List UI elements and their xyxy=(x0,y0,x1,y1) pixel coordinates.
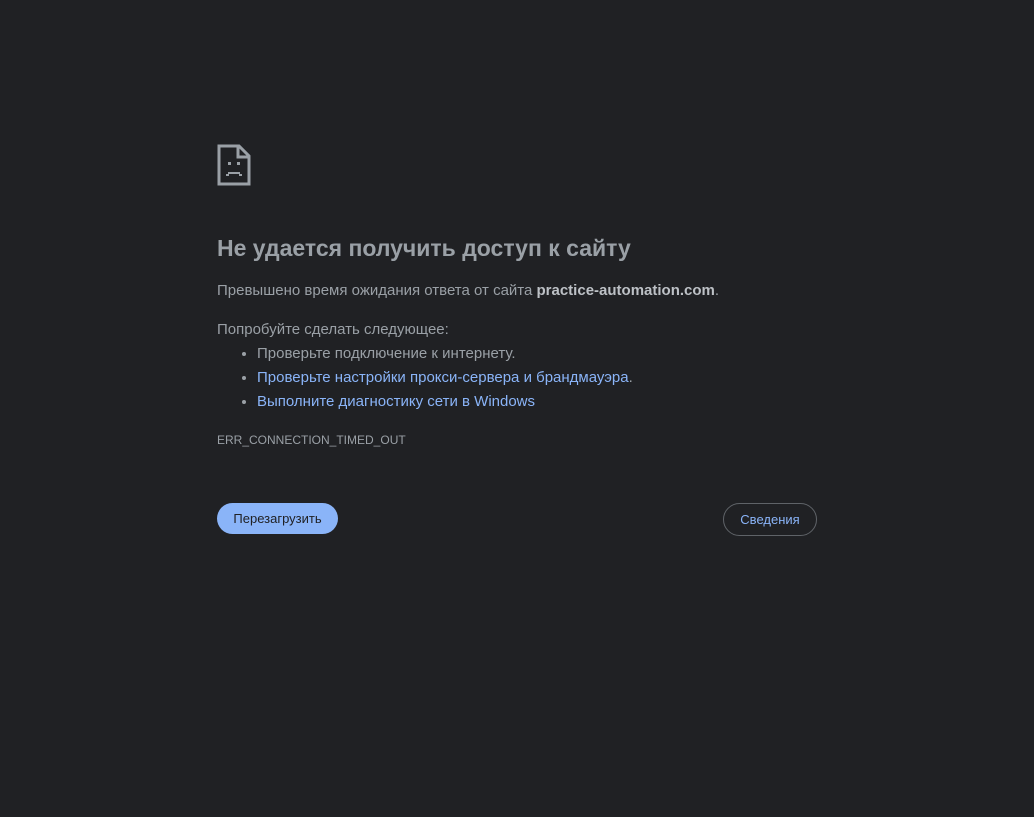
run-diagnostics-link[interactable]: Выполните диагностику сети в Windows xyxy=(257,393,535,410)
error-code: ERR_CONNECTION_TIMED_OUT xyxy=(217,433,406,447)
suggestion-suffix: . xyxy=(628,369,633,386)
suggestions-heading: Попробуйте сделать следующее: xyxy=(217,321,449,338)
error-host: practice-automation.com xyxy=(536,282,715,299)
error-page: Не удается получить доступ к сайту Превы… xyxy=(0,0,1034,817)
summary-prefix: Превышено время ожидания ответа от сайта xyxy=(217,282,537,299)
suggestion-check-proxy: Проверьте настройки прокси-сервера и бра… xyxy=(257,367,633,391)
error-title: Не удается получить доступ к сайту xyxy=(217,235,631,261)
reload-button[interactable]: Перезагрузить xyxy=(217,503,338,534)
error-summary: Превышено время ожидания ответа от сайта… xyxy=(217,282,719,299)
suggestion-text: Проверьте подключение к интернету. xyxy=(257,345,516,362)
sad-document-icon xyxy=(217,144,251,186)
suggestion-run-diagnostics: Выполните диагностику сети в Windows xyxy=(257,391,633,415)
details-button[interactable]: Сведения xyxy=(723,503,817,536)
summary-suffix: . xyxy=(714,282,720,299)
check-proxy-link[interactable]: Проверьте настройки прокси-сервера и бра… xyxy=(257,369,629,386)
suggestions-list: Проверьте подключение к интернету. Прове… xyxy=(217,343,633,415)
suggestion-check-connection: Проверьте подключение к интернету. xyxy=(257,343,633,367)
